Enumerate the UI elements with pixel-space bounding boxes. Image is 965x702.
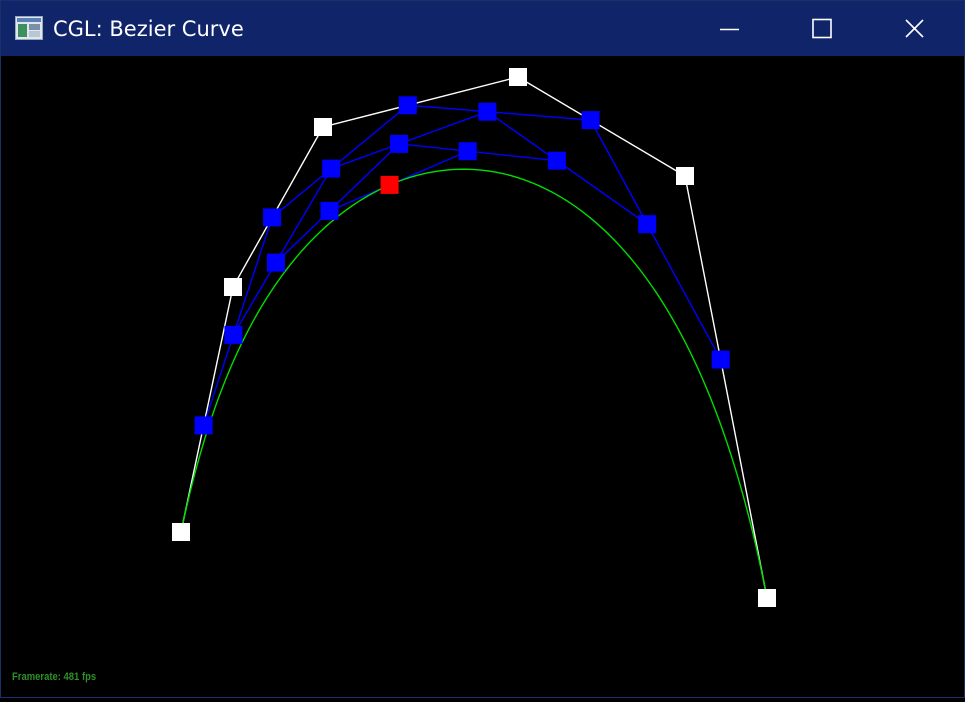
intermediate-point (320, 201, 339, 220)
control-point-handle (224, 278, 242, 296)
framerate-label: Framerate: 481 fps (12, 671, 97, 683)
intermediate-point (458, 142, 477, 161)
title-bar[interactable]: CGL: Bezier Curve (1, 1, 964, 56)
intermediate-point (398, 96, 417, 115)
intermediate-point (263, 208, 282, 227)
intermediate-point (390, 134, 409, 153)
bezier-scene (172, 68, 776, 607)
intermediate-polygon (232, 110, 648, 336)
control-point-handle (172, 523, 190, 541)
control-point-handle (509, 68, 527, 86)
evaluated-point-handle (380, 175, 399, 194)
intermediate-point (711, 350, 730, 369)
maximize-button[interactable] (791, 1, 853, 56)
app-window: CGL: Bezier Curve Framerate: 481 fps (0, 0, 965, 698)
control-point-handle (758, 589, 776, 607)
close-button[interactable] (883, 1, 945, 56)
intermediate-point (478, 102, 497, 121)
minimize-button[interactable] (698, 1, 760, 56)
intermediate-point (547, 151, 566, 170)
intermediate-polygon (275, 143, 557, 264)
intermediate-point (224, 325, 243, 344)
intermediate-point (581, 111, 600, 130)
intermediate-point (322, 159, 341, 178)
control-point-handle (314, 118, 332, 136)
intermediate-point (194, 416, 213, 435)
render-canvas[interactable] (1, 56, 964, 697)
intermediate-point (266, 253, 285, 272)
bezier-curve (180, 168, 768, 599)
app-window-icon (15, 16, 43, 40)
window-title: CGL: Bezier Curve (53, 17, 244, 41)
intermediate-point (638, 215, 657, 234)
control-point-handle (676, 167, 694, 185)
